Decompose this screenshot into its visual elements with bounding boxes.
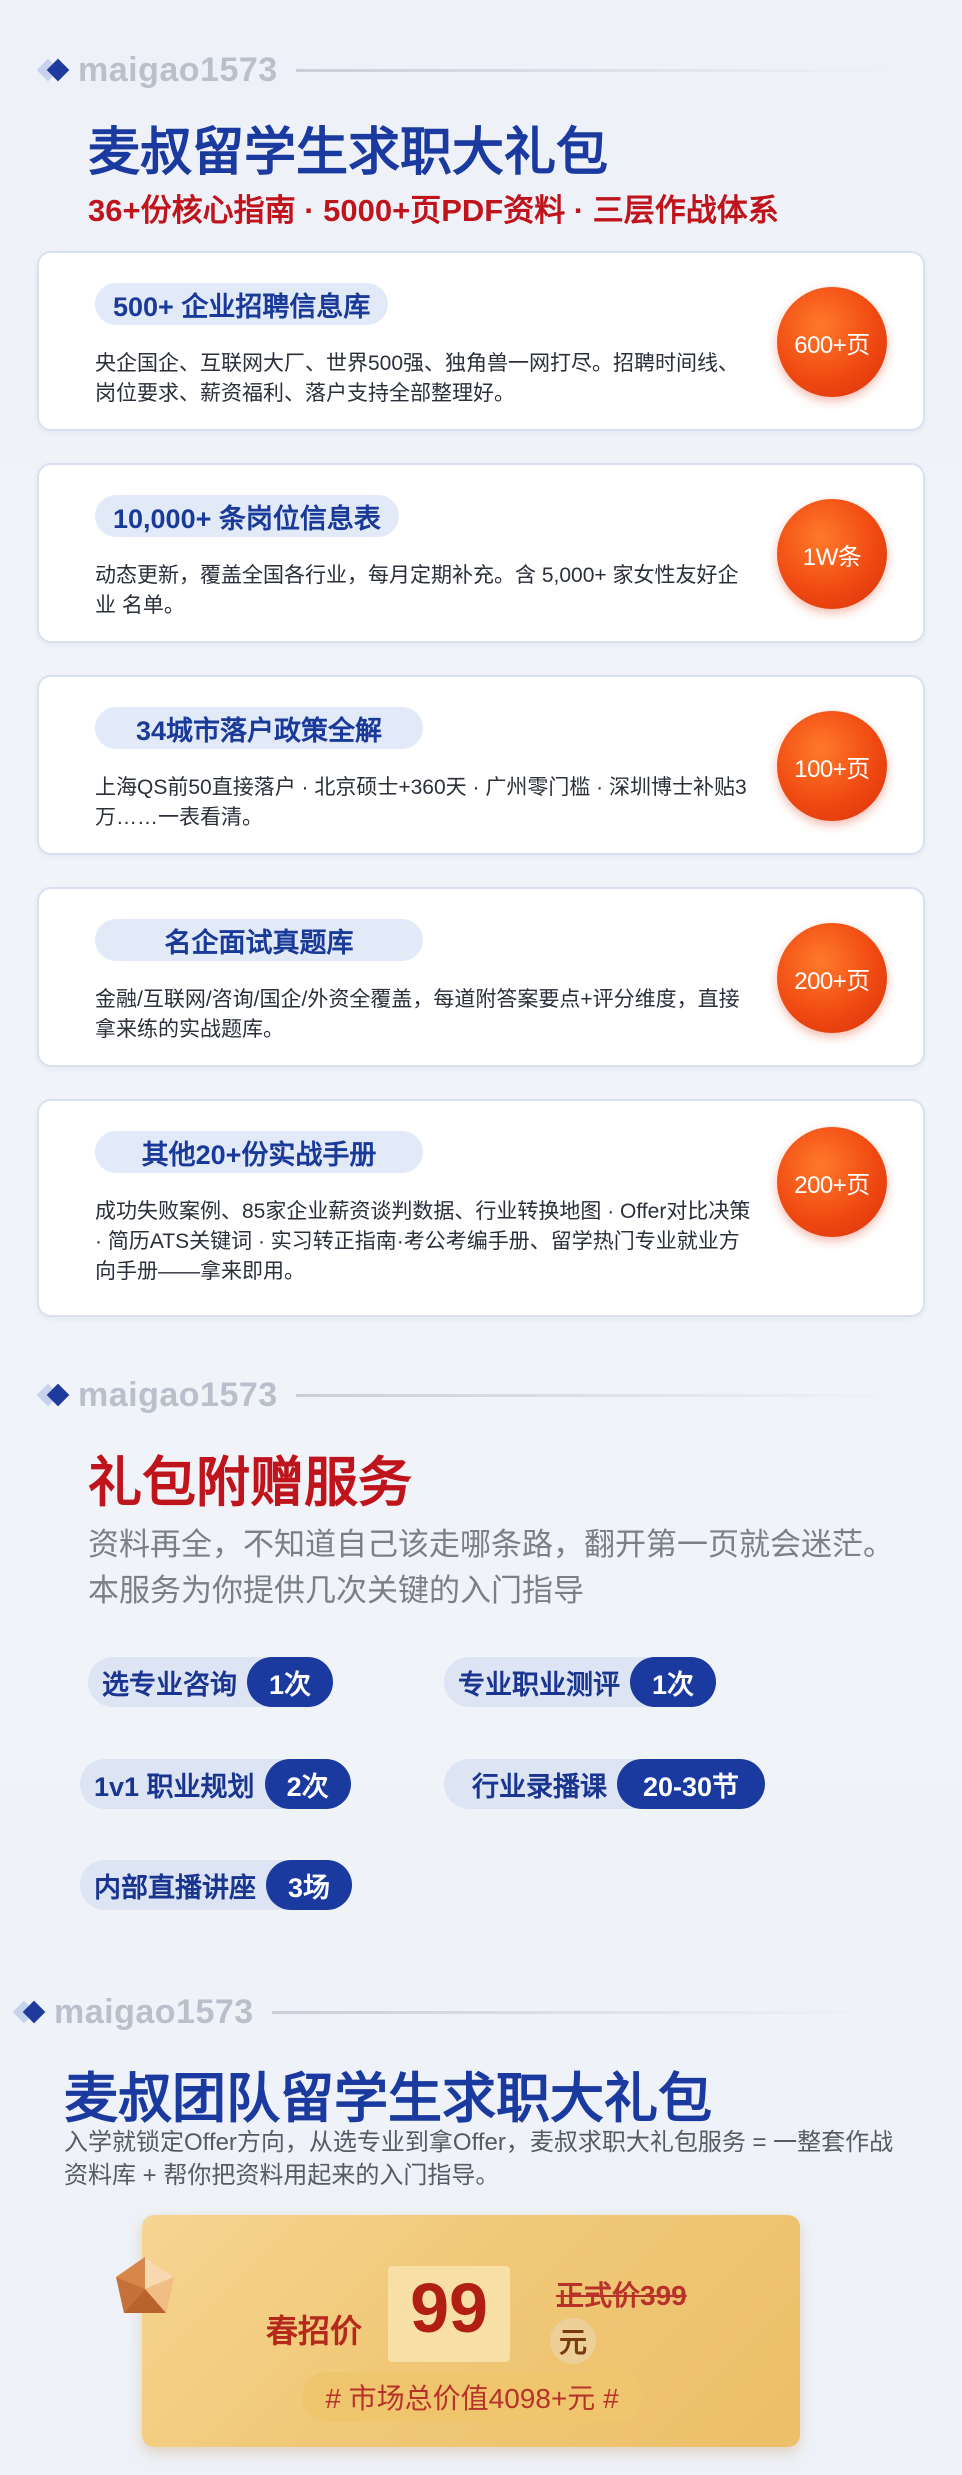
market-value-tag: # 市场总价值4098+元 # [302, 2372, 642, 2422]
service-tag: 选专业咨询 1次 [88, 1657, 334, 1707]
info-card: 34城市落户政策全解 上海QS前50直接落户 · 北京硕士+360天 · 广州零… [37, 675, 925, 855]
service-name: 1v1 职业规划 [80, 1759, 295, 1809]
brand-header: maigao1573 [36, 50, 926, 90]
price-label: 春招价 [266, 2313, 363, 2349]
page-count-badge: 600+页 [777, 287, 887, 397]
brand-divider [295, 1393, 896, 1397]
info-card: 10,000+ 条岗位信息表 动态更新，覆盖全国各行业，每月定期补充。含 5,0… [37, 463, 925, 643]
brand-diamond-icon [36, 1380, 74, 1410]
section-description: 资料再全，不知道自己该走哪条路，翻开第一页就会迷茫。本服务为你提供几次关键的入门… [88, 1527, 894, 1608]
service-count: 1次 [630, 1657, 717, 1707]
page-count-badge: 200+页 [777, 1127, 887, 1237]
card-description: 金融/互联网/咨询/国企/外资全覆盖，每道附答案要点+评分维度，直接拿来练的实战… [95, 988, 740, 1041]
info-card: 其他20+份实战手册 成功失败案例、85家企业薪资谈判数据、行业转换地图 · O… [37, 1099, 925, 1317]
page-title: 麦叔留学生求职大礼包 [88, 124, 609, 182]
final-description: 入学就锁定Offer方向，从选专业到拿Offer，麦叔求职大礼包服务 = 一整套… [64, 2129, 894, 2189]
brand-divider [295, 68, 896, 72]
brand-diamond-icon [36, 55, 74, 85]
brand-divider [271, 2010, 872, 2014]
card-title-pill: 名企面试真题库 [95, 919, 423, 961]
card-description: 成功失败案例、85家企业薪资谈判数据、行业转换地图 · Offer对比决策 · … [95, 1200, 751, 1283]
card-description: 央企国企、互联网大厂、世界500强、独角兽一网打尽。招聘时间线、岗位要求、薪资福… [95, 352, 740, 405]
service-count: 3场 [266, 1860, 353, 1910]
original-price: 正式价399 [556, 2280, 687, 2311]
section-title: 礼包附赠服务 [88, 1453, 412, 1513]
price-value: 99 [410, 2269, 488, 2347]
service-count: 20-30节 [617, 1759, 766, 1809]
brand-name: maigao1573 [54, 1992, 254, 2031]
currency-unit: 元 [550, 2318, 596, 2364]
card-description: 上海QS前50直接落户 · 北京硕士+360天 · 广州零门槛 · 深圳博士补贴… [95, 776, 747, 829]
page-count-badge: 100+页 [777, 711, 887, 821]
service-tag: 1v1 职业规划 2次 [80, 1759, 351, 1809]
service-tag: 内部直播讲座 3场 [80, 1860, 353, 1910]
page-count-badge: 200+页 [777, 923, 887, 1033]
info-card: 500+ 企业招聘信息库 央企国企、互联网大厂、世界500强、独角兽一网打尽。招… [37, 251, 925, 431]
card-title-pill: 34城市落户政策全解 [95, 707, 423, 749]
card-title-pill: 500+ 企业招聘信息库 [95, 283, 389, 325]
page-count-badge: 1W条 [777, 499, 887, 609]
brand-name: maigao1573 [78, 50, 278, 89]
service-tag: 行业录播课 20-30节 [444, 1759, 766, 1809]
service-tag: 专业职业测评 1次 [444, 1657, 717, 1707]
brand-header: maigao1573 [36, 1375, 926, 1415]
service-name: 专业职业测评 [444, 1657, 660, 1707]
service-count: 1次 [247, 1657, 334, 1707]
card-title-pill: 10,000+ 条岗位信息表 [95, 495, 399, 537]
brand-header: maigao1573 [12, 1992, 912, 2032]
gem-icon [116, 2257, 174, 2313]
info-card: 名企面试真题库 金融/互联网/咨询/国企/外资全覆盖，每道附答案要点+评分维度，… [37, 887, 925, 1067]
brand-name: maigao1573 [78, 1375, 278, 1414]
service-count: 2次 [264, 1759, 351, 1809]
card-title-pill: 其他20+份实战手册 [95, 1131, 423, 1173]
card-description: 动态更新，覆盖全国各行业，每月定期补充。含 5,000+ 家女性友好企业 名单。 [95, 564, 739, 617]
service-name: 内部直播讲座 [80, 1860, 296, 1910]
final-title: 麦叔团队留学生求职大礼包 [64, 2069, 712, 2129]
page-subtitle: 36+份核心指南 · 5000+页PDF资料 · 三层作战体系 [88, 193, 779, 228]
brand-diamond-icon [12, 1997, 50, 2027]
